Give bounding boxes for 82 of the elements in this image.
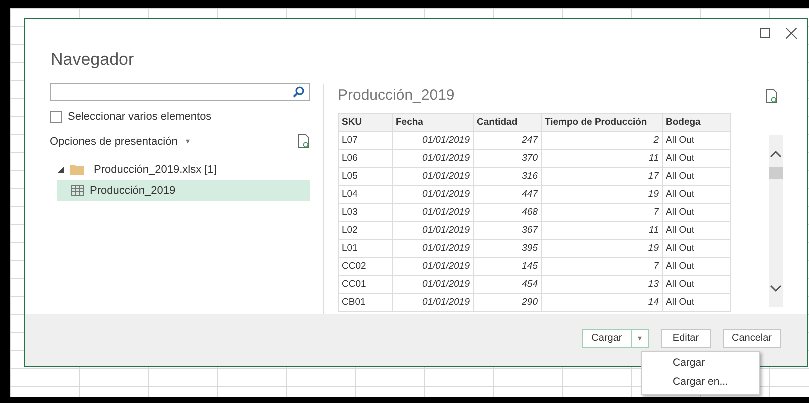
table-cell: 01/01/2019 xyxy=(392,150,474,168)
caret-icon[interactable]: ▾ xyxy=(186,137,190,146)
table-cell: All Out xyxy=(662,258,730,276)
table-cell: 11 xyxy=(542,222,662,240)
table-cell: 01/01/2019 xyxy=(392,168,474,186)
table-cell: 7 xyxy=(542,204,662,222)
table-cell: L05 xyxy=(338,168,392,186)
tree-item[interactable]: Producción_2019 xyxy=(57,180,310,202)
scrollbar[interactable] xyxy=(769,135,783,308)
table-cell: 13 xyxy=(542,276,662,294)
menu-item[interactable]: Cargar en... xyxy=(642,373,759,392)
table-cell: 01/01/2019 xyxy=(392,204,474,222)
table-icon xyxy=(71,185,84,196)
table-cell: 01/01/2019 xyxy=(392,240,474,258)
scroll-down-icon[interactable] xyxy=(770,285,782,294)
load-button[interactable]: Cargar xyxy=(582,329,632,348)
edit-button[interactable]: Editar xyxy=(660,329,711,348)
expand-icon[interactable] xyxy=(58,166,64,173)
table-cell: 17 xyxy=(542,168,662,186)
table-cell: CB01 xyxy=(338,294,392,312)
column-header[interactable]: Cantidad xyxy=(474,114,542,132)
table-cell: 370 xyxy=(474,150,542,168)
table-cell: 247 xyxy=(474,132,542,150)
table-cell: All Out xyxy=(662,204,730,222)
table-cell: 316 xyxy=(474,168,542,186)
table-cell: 11 xyxy=(542,150,662,168)
close-button[interactable] xyxy=(783,25,799,41)
table-cell: 01/01/2019 xyxy=(392,294,474,312)
display-options-label[interactable]: Opciones de presentación xyxy=(50,136,178,148)
dropdown-button[interactable]: ▾ xyxy=(632,329,649,348)
table-cell: 2 xyxy=(542,132,662,150)
refresh-icon[interactable] xyxy=(298,134,310,150)
preview-title: Producción_2019 xyxy=(338,86,455,106)
table-cell: All Out xyxy=(662,294,730,312)
table-cell: 01/01/2019 xyxy=(392,132,474,150)
scrollbar-thumb[interactable] xyxy=(769,167,783,180)
cancel-button[interactable]: Cancelar xyxy=(722,329,781,348)
table-cell: L03 xyxy=(338,204,392,222)
folder-icon xyxy=(70,164,84,176)
table-cell: 19 xyxy=(542,186,662,204)
column-header[interactable]: SKU xyxy=(338,114,392,132)
table-cell: L04 xyxy=(338,186,392,204)
table-cell: CC02 xyxy=(338,258,392,276)
table-cell: CC01 xyxy=(338,276,392,294)
table-cell: 395 xyxy=(474,240,542,258)
table-cell: 01/01/2019 xyxy=(392,186,474,204)
table-cell: 01/01/2019 xyxy=(392,276,474,294)
table-cell: All Out xyxy=(662,186,730,204)
scroll-up-icon[interactable] xyxy=(770,150,782,158)
maximize-button[interactable] xyxy=(757,25,773,41)
table-cell: 454 xyxy=(474,276,542,294)
menu-item[interactable]: Cargar xyxy=(642,354,759,373)
table-cell: All Out xyxy=(662,168,730,186)
checkbox-label: Seleccionar varios elementos xyxy=(68,111,212,124)
table-cell: All Out xyxy=(662,276,730,294)
table-cell: 367 xyxy=(474,222,542,240)
refresh-icon[interactable] xyxy=(766,89,778,104)
table-cell: All Out xyxy=(662,132,730,150)
table-cell: 290 xyxy=(474,294,542,312)
dialog-title: Navegador xyxy=(50,49,136,72)
table-cell: L01 xyxy=(338,240,392,258)
tree-item[interactable]: Producción_2019.xlsx [1] xyxy=(50,159,310,180)
table-cell: 01/01/2019 xyxy=(392,258,474,276)
search-icon xyxy=(293,86,305,98)
table-cell: 7 xyxy=(542,258,662,276)
table-cell: All Out xyxy=(662,150,730,168)
table-cell: L02 xyxy=(338,222,392,240)
table-cell: 145 xyxy=(474,258,542,276)
table-cell: 14 xyxy=(542,294,662,312)
table-cell: All Out xyxy=(662,222,730,240)
column-header[interactable]: Tiempo de Producción xyxy=(542,114,662,132)
checkbox[interactable] xyxy=(50,111,62,124)
table-cell: All Out xyxy=(662,240,730,258)
table-cell: 468 xyxy=(474,204,542,222)
table-cell: 01/01/2019 xyxy=(392,222,474,240)
column-header[interactable]: Bodega xyxy=(662,114,730,132)
table-cell: L06 xyxy=(338,150,392,168)
table-cell: 447 xyxy=(474,186,542,204)
table-cell: 19 xyxy=(542,240,662,258)
column-header[interactable]: Fecha xyxy=(392,114,474,132)
table-cell: L07 xyxy=(338,132,392,150)
search-field[interactable] xyxy=(50,83,310,102)
